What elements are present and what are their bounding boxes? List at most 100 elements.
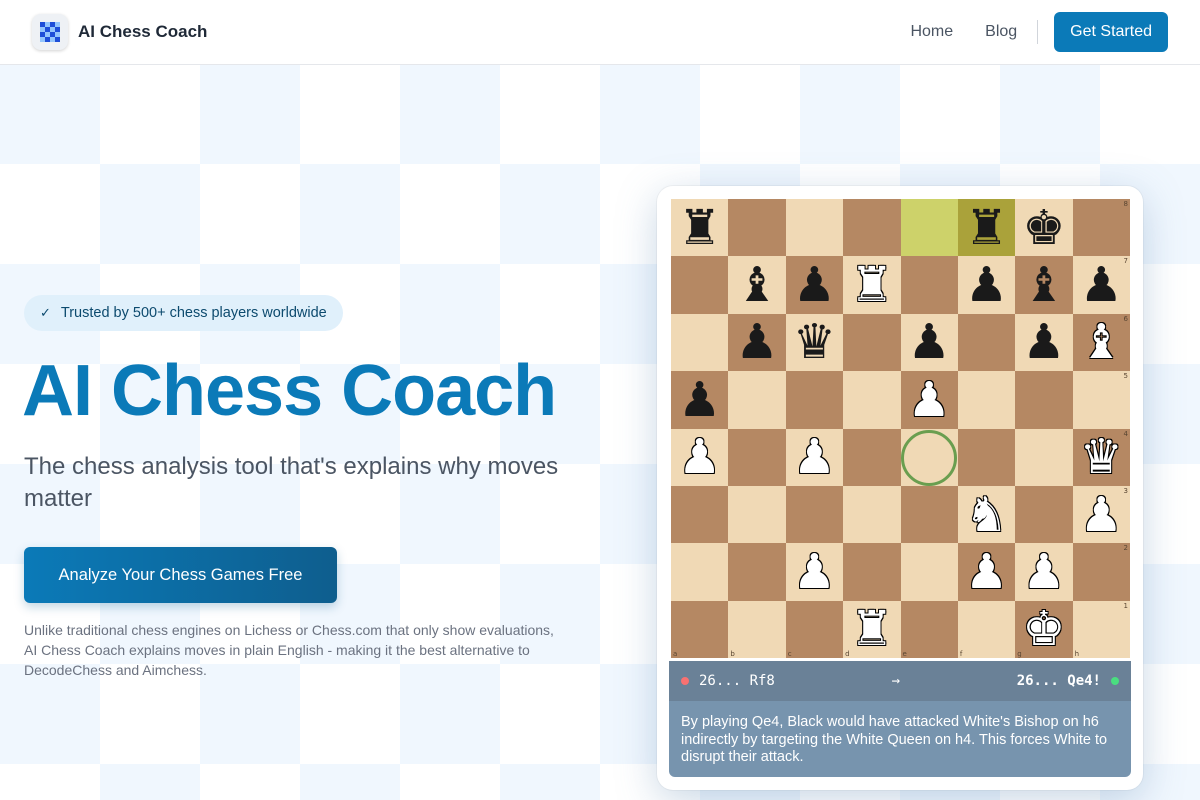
square-f8[interactable]: ♜ [957,199,1016,257]
square-d4[interactable] [843,428,901,486]
square-f4[interactable] [957,428,1016,486]
square-g5[interactable] [1015,371,1073,429]
brand[interactable]: AI Chess Coach [32,14,207,50]
black-pawn-icon[interactable]: ♟ [1022,318,1065,366]
square-a4[interactable]: ♟ [671,428,729,486]
chessboard[interactable]: ♜ ♜ ♚ 8 ♝ ♟ ♜ ♟ ♝ ♟ 7 ♟ ♛ ♟ ♟ ♝ 6 ♟ ♟ 5 ♟ ♟ ♛ 4 ♞ ♟ 3 ♟ ♟ ♟ 2 a b c ♜ d e f ♚ g… [671,199,1130,658]
square-b3[interactable] [728,485,786,544]
black-pawn-icon[interactable]: ♟ [793,261,836,309]
black-bishop-icon[interactable]: ♝ [736,261,779,309]
black-pawn-icon[interactable]: ♟ [908,318,951,366]
square-c6[interactable]: ♛ [785,313,844,372]
black-rook-icon[interactable]: ♜ [965,204,1008,252]
square-b4[interactable] [728,428,786,486]
square-d5[interactable] [843,371,901,429]
top-navigation-bar: AI Chess Coach Home Blog Get Started [0,0,1200,65]
square-c8[interactable] [785,199,844,257]
square-b7[interactable]: ♝ [728,256,786,314]
file-label: f [959,650,963,658]
get-started-button[interactable]: Get Started [1054,12,1168,52]
square-b8[interactable] [728,199,786,257]
square-c2[interactable]: ♟ [785,543,844,601]
black-rook-icon[interactable]: ♜ [678,204,721,252]
square-h6[interactable]: ♝ 6 [1072,313,1130,372]
square-d7[interactable]: ♜ [843,256,901,314]
square-e1[interactable]: e [900,600,958,658]
black-pawn-icon[interactable]: ♟ [736,318,779,366]
square-h3[interactable]: ♟ 3 [1072,485,1130,544]
square-h7[interactable]: ♟ 7 [1072,256,1130,314]
square-c5[interactable] [785,371,844,429]
nav-blog-link[interactable]: Blog [985,23,1017,41]
square-a5[interactable]: ♟ [671,371,729,429]
white-pawn-icon[interactable]: ♟ [1080,491,1123,539]
nav-home-link[interactable]: Home [910,23,953,41]
square-d8[interactable] [843,199,901,257]
white-pawn-icon[interactable]: ♟ [678,433,721,481]
square-b2[interactable] [728,543,786,601]
white-pawn-icon[interactable]: ♟ [793,433,836,481]
square-h1[interactable]: 1h [1072,600,1130,658]
analyze-games-button[interactable]: Analyze Your Chess Games Free [24,547,337,603]
square-d6[interactable] [843,313,901,372]
white-pawn-icon[interactable]: ♟ [793,548,836,596]
square-f7[interactable]: ♟ [957,256,1016,314]
square-c4[interactable]: ♟ [785,428,844,486]
square-h5[interactable]: 5 [1072,371,1130,429]
file-label: e [902,650,907,658]
square-g3[interactable] [1015,485,1073,544]
square-c1[interactable]: c [785,600,844,658]
white-king-icon[interactable]: ♚ [1022,605,1065,653]
square-a3[interactable] [671,485,729,544]
square-b6[interactable]: ♟ [728,313,786,372]
square-g7[interactable]: ♝ [1015,256,1073,314]
square-c3[interactable] [785,485,844,544]
white-bishop-icon[interactable]: ♝ [1080,318,1123,366]
square-g4[interactable] [1015,428,1073,486]
square-e2[interactable] [900,543,958,601]
black-bishop-icon[interactable]: ♝ [1022,261,1065,309]
white-queen-icon[interactable]: ♛ [1080,433,1123,481]
square-e6[interactable]: ♟ [900,313,958,372]
white-pawn-icon[interactable]: ♟ [965,548,1008,596]
square-a7[interactable] [671,256,729,314]
square-c7[interactable]: ♟ [785,256,844,314]
square-d2[interactable] [843,543,901,601]
square-a6[interactable] [671,313,729,372]
best-move-dot-icon [1111,677,1119,685]
square-h4[interactable]: ♛ 4 [1072,428,1130,486]
square-f3[interactable]: ♞ [957,485,1016,544]
square-e7[interactable] [900,256,958,314]
black-queen-icon[interactable]: ♛ [793,318,836,366]
square-a8[interactable]: ♜ [671,199,729,257]
square-g1[interactable]: ♚ g [1015,600,1073,658]
square-g6[interactable]: ♟ [1015,313,1073,372]
square-h8[interactable]: 8 [1072,199,1130,257]
white-pawn-icon[interactable]: ♟ [908,376,951,424]
square-d1[interactable]: ♜ d [843,600,901,658]
black-pawn-icon[interactable]: ♟ [678,376,721,424]
square-g8[interactable]: ♚ [1015,199,1073,257]
black-pawn-icon[interactable]: ♟ [965,261,1008,309]
square-e4[interactable] [900,428,958,486]
square-d3[interactable] [843,485,901,544]
square-b1[interactable]: b [728,600,786,658]
black-king-icon[interactable]: ♚ [1022,204,1065,252]
square-a1[interactable]: a [671,600,729,658]
square-g2[interactable]: ♟ [1015,543,1073,601]
white-knight-icon[interactable]: ♞ [965,491,1008,539]
square-e3[interactable] [900,485,958,544]
white-rook-icon[interactable]: ♜ [850,261,893,309]
square-f2[interactable]: ♟ [957,543,1016,601]
black-pawn-icon[interactable]: ♟ [1080,261,1123,309]
white-rook-icon[interactable]: ♜ [850,605,893,653]
square-f5[interactable] [957,371,1016,429]
square-e8[interactable] [900,199,958,257]
white-pawn-icon[interactable]: ♟ [1022,548,1065,596]
square-f1[interactable]: f [957,600,1016,658]
square-h2[interactable]: 2 [1072,543,1130,601]
square-e5[interactable]: ♟ [900,371,958,429]
square-b5[interactable] [728,371,786,429]
square-f6[interactable] [957,313,1016,372]
square-a2[interactable] [671,543,729,601]
